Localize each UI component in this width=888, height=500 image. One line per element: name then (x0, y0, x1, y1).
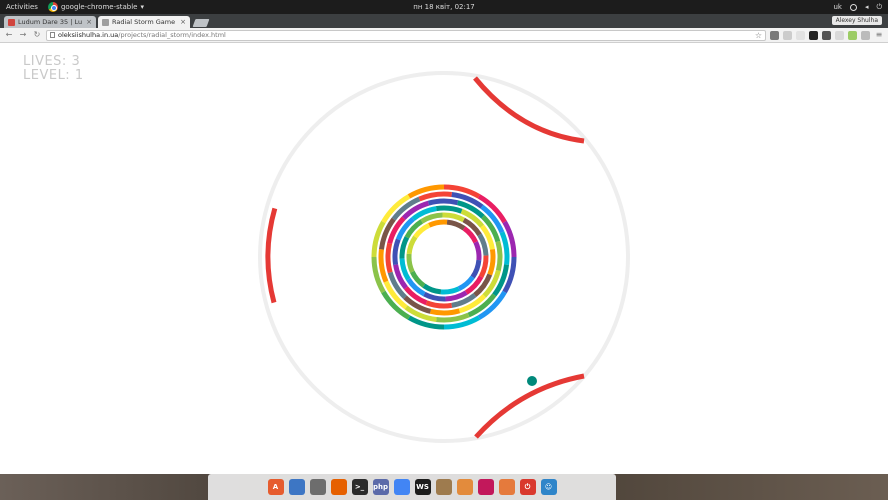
chrome-icon (47, 2, 58, 12)
webstorm-icon[interactable]: WS (414, 479, 431, 495)
rainbow-segment (406, 253, 415, 273)
tab-label: Radial Storm Game (112, 18, 176, 26)
lives-counter: LIVES: 3 (23, 54, 81, 69)
dock: A >_ php WS ⏻ ☺ (208, 474, 616, 500)
accessibility-icon[interactable]: ☺ (540, 479, 557, 495)
rainbow-segment (399, 236, 410, 259)
page-viewport: LIVES: 3 LEVEL: 1 (0, 43, 888, 474)
folder-icon[interactable] (456, 479, 473, 495)
clock[interactable]: пн 18 квіт, 02:17 (413, 3, 475, 11)
terminal-icon[interactable]: >_ (351, 479, 368, 495)
rainbow-segment (378, 249, 389, 283)
volume-icon[interactable]: ◂ (865, 3, 869, 11)
menu-icon[interactable]: ≡ (874, 30, 884, 40)
rainbow-segment (422, 283, 442, 295)
close-icon[interactable]: × (86, 18, 92, 26)
rainbow-segment (406, 235, 418, 255)
back-arrow-icon[interactable]: ← (4, 30, 14, 40)
terminal-extension-icon[interactable] (809, 30, 818, 40)
activities-button[interactable]: Activities (6, 3, 38, 11)
power-icon[interactable]: ⏻ (876, 3, 882, 12)
close-icon[interactable]: × (180, 18, 186, 26)
paddle-top-right (473, 76, 585, 144)
app-menu-label: google-chrome-stable (60, 3, 138, 11)
photo-icon[interactable] (498, 479, 515, 495)
rainbow-segment (423, 291, 446, 302)
power-icon[interactable]: ⏻ (519, 479, 536, 495)
tab-radial-storm[interactable]: Radial Storm Game × (98, 16, 190, 28)
video-icon[interactable] (477, 479, 494, 495)
rainbow-segment (435, 205, 463, 214)
puzzle-icon[interactable] (848, 30, 857, 40)
extension-icon[interactable] (822, 30, 831, 40)
hud: LIVES: 3 LEVEL: 1 (23, 55, 84, 83)
reload-icon[interactable]: ↻ (32, 30, 42, 40)
star-icon[interactable]: ☆ (755, 31, 762, 40)
rainbow-segment (385, 242, 393, 274)
rainbow-segment (440, 286, 460, 295)
rainbow-segment (427, 198, 459, 206)
pocket-extension-icon[interactable] (770, 30, 779, 40)
address-bar[interactable]: oleksiishulha.in.ua/projects/radial_stor… (46, 29, 766, 41)
browser-toolbar: ← → ↻ oleksiishulha.in.ua/projects/radia… (0, 28, 888, 43)
extension-icon[interactable] (783, 30, 792, 40)
ball (527, 376, 537, 386)
address-path: /projects/radial_storm/index.html (118, 31, 226, 39)
rainbow-segment (418, 191, 452, 202)
game-canvas[interactable] (0, 43, 888, 474)
rainbow-segment (473, 241, 482, 261)
rainbow-segment (478, 255, 489, 278)
rainbow-segment (442, 212, 465, 223)
extension-icon[interactable] (861, 30, 870, 40)
page-icon (50, 32, 55, 38)
rainbow-segment (499, 231, 510, 265)
extension-icon[interactable] (796, 30, 805, 40)
chevron-down-icon: ▾ (140, 3, 145, 11)
new-tab-button[interactable] (192, 19, 210, 27)
level-indicator: LEVEL: 1 (23, 68, 84, 83)
keyboard-layout-indicator[interactable]: uk (833, 3, 842, 11)
rainbow-segment (428, 219, 448, 228)
rainbow-segment (446, 219, 466, 231)
paddle-left (265, 207, 278, 304)
profile-button[interactable]: Alexey Shulha (831, 16, 882, 25)
rainbow-core (371, 184, 517, 330)
app-menu[interactable]: google-chrome-stable ▾ (47, 2, 145, 12)
tab-favicon (8, 18, 15, 26)
rainbow-segment (392, 238, 401, 266)
system-top-bar: Activities google-chrome-stable ▾ пн 18 … (0, 0, 888, 14)
extension-icon[interactable] (835, 30, 844, 40)
rainbow-segment (425, 300, 453, 309)
files-icon[interactable] (288, 479, 305, 495)
rainbow-segment (495, 240, 503, 272)
archive-icon[interactable] (435, 479, 452, 495)
tab-favicon (102, 18, 109, 26)
calculator-icon[interactable] (309, 479, 326, 495)
tab-label: Ludum Dare 35 | Lu (18, 18, 83, 26)
chrome-icon[interactable] (393, 479, 410, 495)
address-host: oleksiishulha.in.ua (58, 31, 119, 39)
rainbow-segment (470, 259, 482, 279)
browser-tab-strip: Ludum Dare 35 | Lu × Radial Storm Game ×… (0, 14, 888, 28)
firefox-icon[interactable] (330, 479, 347, 495)
tab-ludum-dare[interactable]: Ludum Dare 35 | Lu × (4, 16, 96, 28)
rainbow-segment (429, 308, 461, 316)
software-center-icon[interactable]: A (267, 479, 284, 495)
forward-arrow-icon[interactable]: → (18, 30, 28, 40)
rainbow-segment (487, 248, 496, 276)
rainbow-segment (436, 312, 470, 323)
outer-ring (258, 71, 630, 443)
accessibility-icon[interactable] (849, 3, 857, 11)
php-icon[interactable]: php (372, 479, 389, 495)
